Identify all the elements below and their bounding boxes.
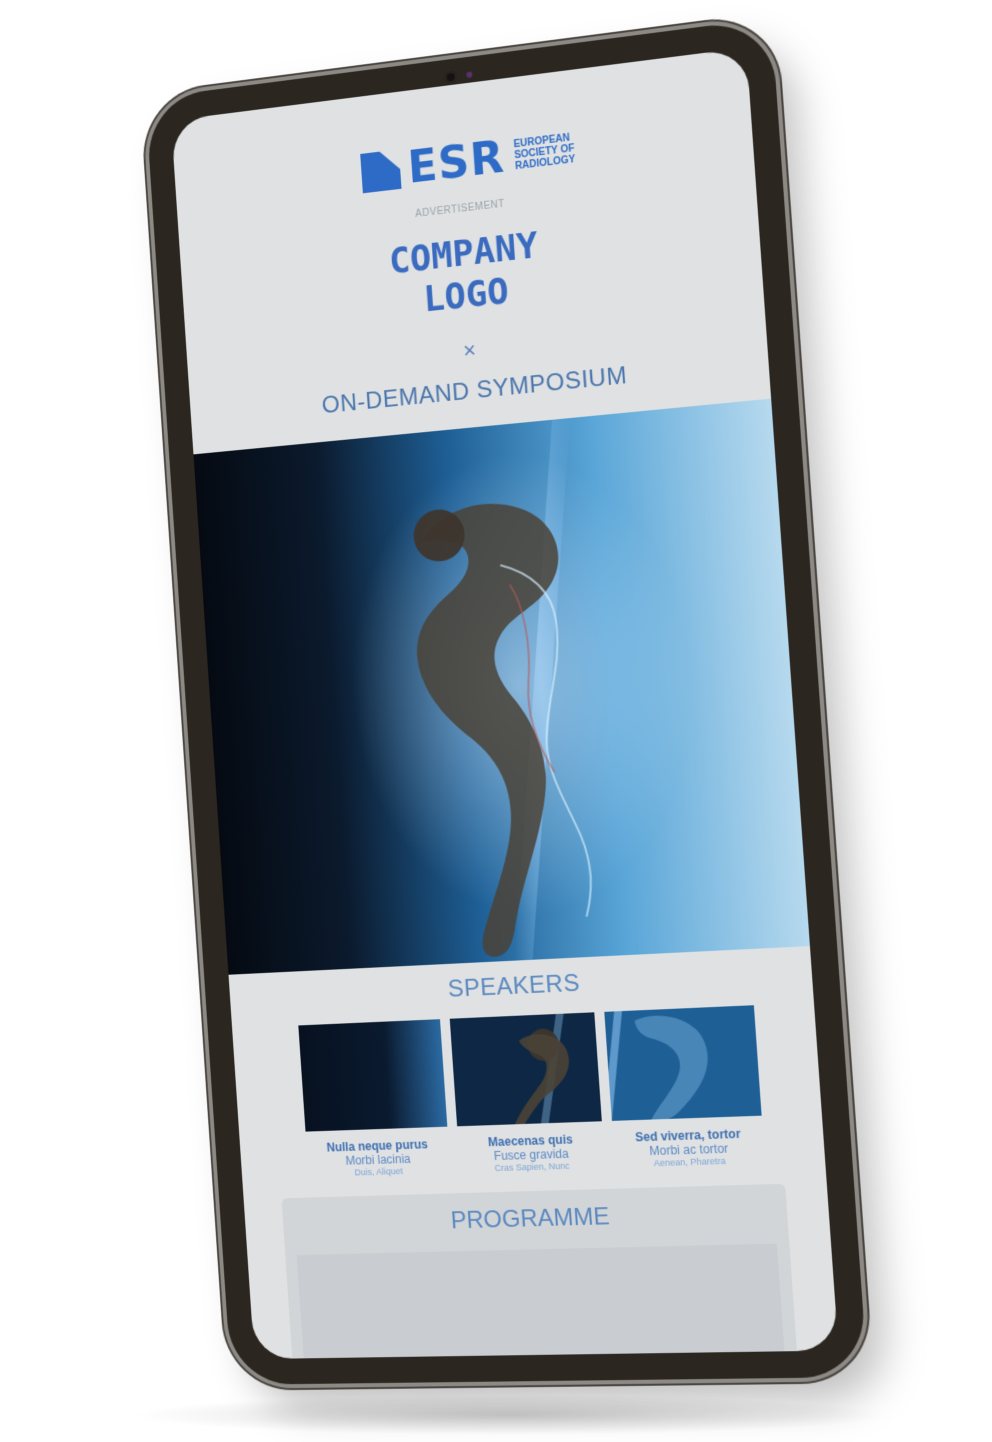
speaker-card-1[interactable]: Nulla neque purus Morbi lacinia Duis, Al… xyxy=(298,1019,451,1192)
speaker-photo-3 xyxy=(604,1005,762,1121)
esr-logo-mark-icon xyxy=(360,149,402,194)
hero-illustration xyxy=(337,418,706,961)
floor-shadow xyxy=(130,1395,890,1435)
speaker-org-3: Aenean, Pharetra xyxy=(653,1155,726,1169)
product-photo: ESR EUROPEAN SOCIETY OF RADIOLOGY ADVERT… xyxy=(0,0,992,1442)
speaker-org-2: Cras Sapien, Nunc xyxy=(494,1160,570,1174)
programme-heading: PROGRAMME xyxy=(449,1203,611,1235)
tablet-bezel: ESR EUROPEAN SOCIETY OF RADIOLOGY ADVERT… xyxy=(145,17,868,1385)
speaker-card-2[interactable]: Maecenas quis Fusce gravida Cras Sapien,… xyxy=(449,1012,606,1188)
programme-panel xyxy=(296,1243,785,1360)
speaker-photo-1 xyxy=(298,1019,448,1132)
speakers-grid: Nulla neque purus Morbi lacinia Duis, Al… xyxy=(298,1005,766,1192)
speaker-photo-3-illustration xyxy=(604,1005,762,1121)
speaker-photo-2-illustration xyxy=(449,1012,603,1127)
speaker-photo-2 xyxy=(449,1012,603,1127)
esr-logo[interactable]: ESR EUROPEAN SOCIETY OF RADIOLOGY xyxy=(360,118,580,203)
newsletter-content: ESR EUROPEAN SOCIETY OF RADIOLOGY ADVERT… xyxy=(171,48,839,1360)
tablet-screen: ESR EUROPEAN SOCIETY OF RADIOLOGY ADVERT… xyxy=(170,47,839,1360)
esr-logo-text: ESR xyxy=(406,131,507,194)
hero-image xyxy=(193,398,810,975)
tablet-device: ESR EUROPEAN SOCIETY OF RADIOLOGY ADVERT… xyxy=(145,17,868,1385)
esr-logo-subtitle: EUROPEAN SOCIETY OF RADIOLOGY xyxy=(513,132,575,172)
speaker-org-1: Duis, Aliquet xyxy=(354,1166,404,1178)
speaker-card-3[interactable]: Sed viverra, tortor Morbi ac tortor Aene… xyxy=(604,1005,766,1183)
programme-section: PROGRAMME xyxy=(281,1183,798,1360)
camera-icon xyxy=(444,70,458,84)
